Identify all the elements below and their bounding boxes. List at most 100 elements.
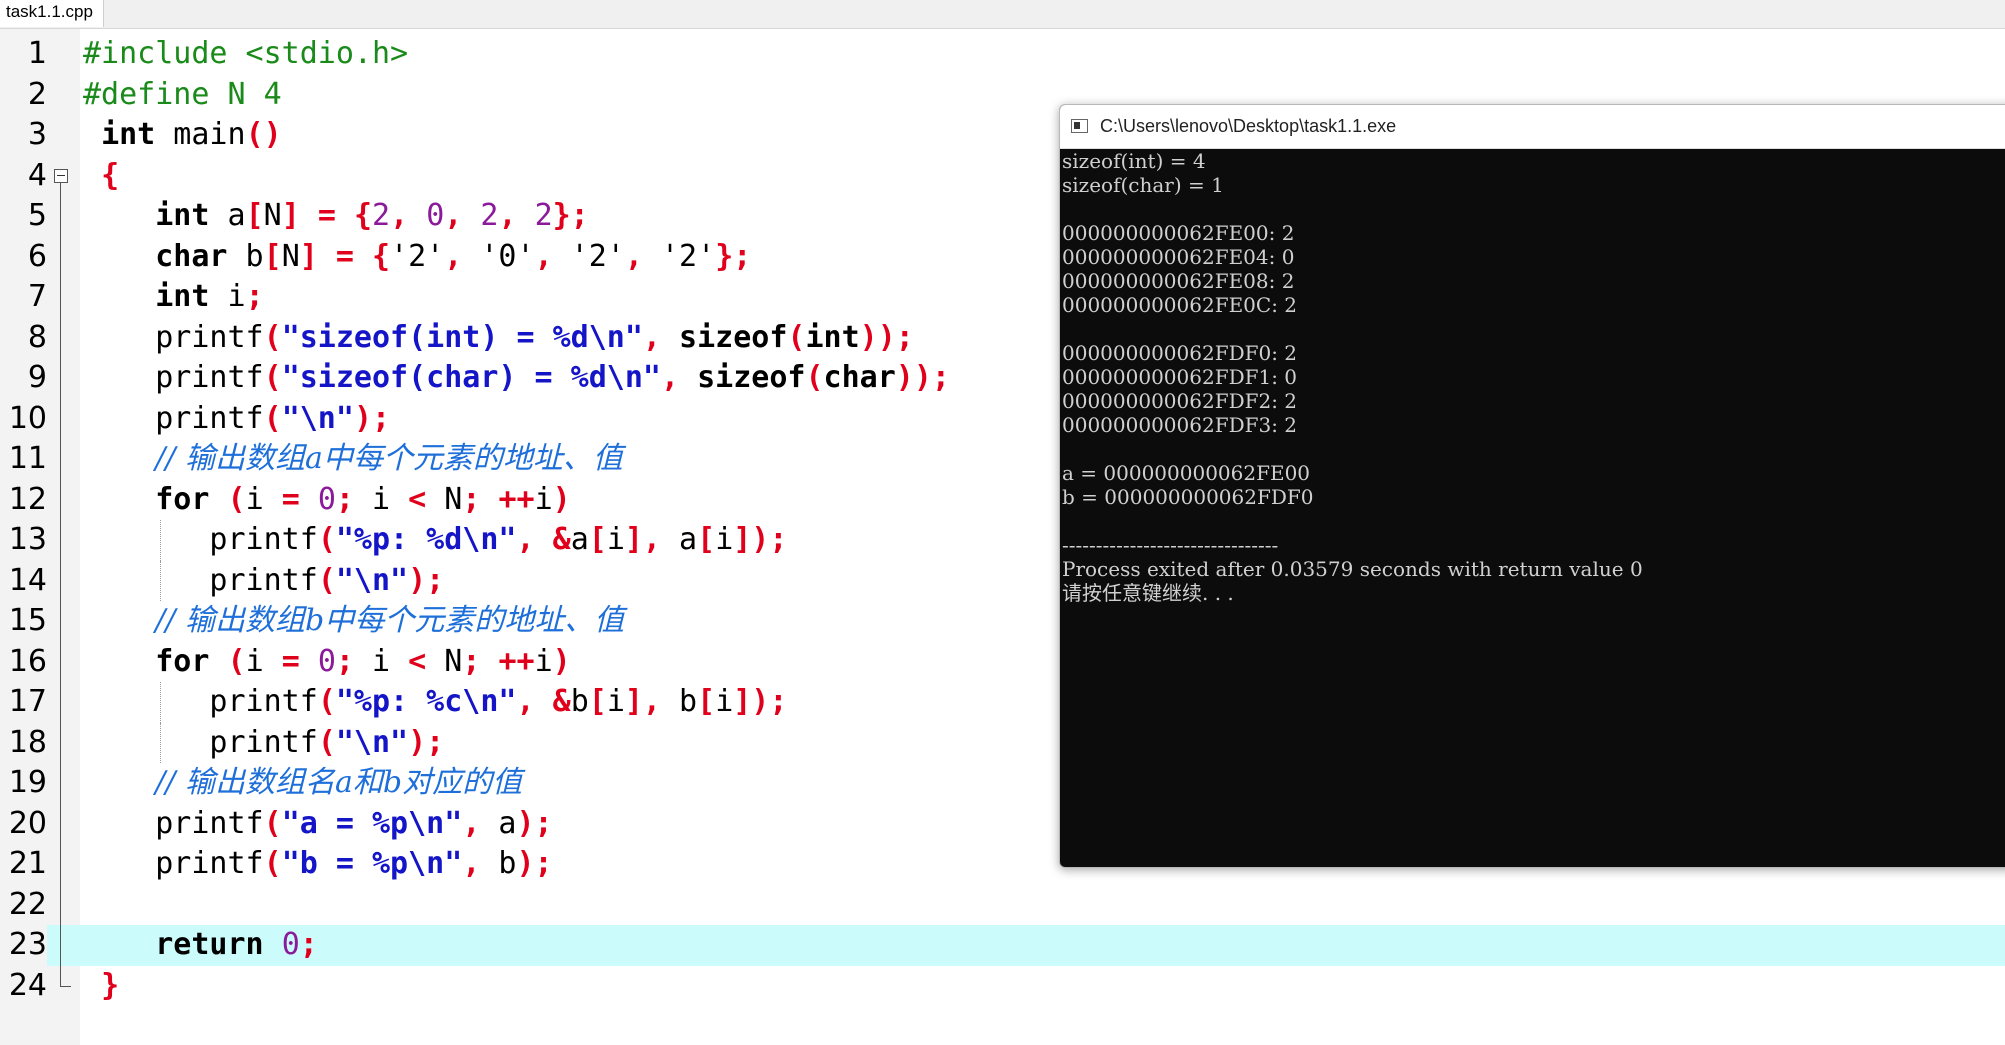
line-number: 12 — [8, 481, 47, 517]
code-token: ); — [408, 562, 445, 598]
code-text: printf("b = %p\n", b); — [83, 844, 553, 885]
code-text: { — [83, 156, 119, 197]
code-token: #include <stdio.h> — [83, 36, 409, 71]
file-tab[interactable]: task1.1.cpp — [0, 0, 104, 27]
fold-guide — [60, 641, 61, 682]
code-token: = — [281, 643, 300, 679]
code-token: )); — [859, 319, 914, 355]
console-line: 000000000062FDF1: 0 — [1062, 365, 1298, 389]
code-token: , — [516, 522, 535, 557]
code-line[interactable]: 1 #include <stdio.h> — [0, 34, 2005, 75]
console-line: 000000000062FDF2: 2 — [1062, 389, 1298, 413]
code-token: b — [661, 684, 698, 719]
code-token: ++ — [498, 481, 535, 517]
console-output: sizeof(int) = 4 sizeof(char) = 1 000000000… — [1062, 149, 2002, 605]
code-token: [ — [697, 522, 716, 557]
console-window[interactable]: C:\Users\lenovo\Desktop\task1.1.exe size… — [1059, 104, 2005, 868]
code-token: = — [335, 238, 354, 274]
line-number: 15 — [8, 603, 47, 638]
current-line[interactable]: 23 return 0; — [0, 925, 2005, 966]
code-token: N — [263, 198, 282, 233]
code-token: N — [426, 481, 463, 517]
code-text: printf("%p: %d\n", &a[i], a[i]); — [83, 520, 787, 561]
code-token: '2' — [642, 238, 716, 274]
console-line: 000000000062FE0C: 2 — [1062, 293, 1298, 317]
line-number: 14 — [8, 562, 47, 598]
code-text: // 输出数组b中每个元素的地址、值 — [83, 601, 624, 642]
code-line[interactable]: 24 } — [0, 965, 2005, 1007]
line-number: 5 — [27, 198, 47, 233]
code-token: sizeof — [697, 360, 806, 395]
code-token: i — [606, 522, 625, 557]
code-token: < — [408, 481, 427, 517]
console-line: 000000000062FE08: 2 — [1062, 269, 1295, 293]
code-text: int a[N] = {2, 0, 2, 2}; — [83, 196, 589, 237]
code-token: , — [390, 198, 409, 233]
code-token: int — [805, 319, 860, 355]
code-token: "%p: %d\n" — [335, 522, 517, 557]
code-token: printf — [83, 319, 264, 355]
console-window-icon — [1071, 119, 1088, 133]
code-token: printf — [83, 400, 264, 436]
code-text: printf("a = %p\n", a); — [83, 804, 552, 845]
code-token: }; — [552, 198, 589, 233]
code-line[interactable]: 22 — [0, 884, 2005, 925]
code-token: , — [642, 319, 661, 355]
code-token: int — [155, 198, 210, 233]
code-token: } — [101, 967, 120, 1003]
code-token: printf — [83, 846, 264, 881]
code-text: for (i = 0; i < N; ++i) — [83, 642, 570, 683]
code-token: ], — [624, 684, 661, 719]
code-token: ]); — [733, 684, 788, 719]
fold-guide — [60, 722, 61, 763]
code-token: N — [281, 238, 300, 274]
code-token: printf — [83, 684, 318, 719]
code-token: ++ — [498, 643, 535, 679]
console-title-bar[interactable]: C:\Users\lenovo\Desktop\task1.1.exe — [1060, 105, 2005, 149]
code-token: i — [353, 643, 409, 679]
line-number: 19 — [8, 765, 47, 800]
code-token: ( — [787, 319, 806, 355]
code-token: i — [245, 481, 282, 517]
code-token: ( — [227, 643, 246, 679]
code-token: i — [606, 684, 625, 719]
line-number: 23 — [0, 925, 47, 966]
line-number: 8 — [27, 319, 47, 355]
line-number: 11 — [8, 441, 47, 476]
code-token: ]); — [733, 522, 788, 557]
console-line: a = 000000000062FE00 — [1062, 461, 1311, 485]
code-token: return — [155, 927, 264, 962]
console-line: sizeof(char) = 1 — [1062, 173, 1224, 197]
code-token: "sizeof(int) = %d\n" — [281, 319, 643, 355]
code-token: // 输出数组b中每个元素的地址、值 — [155, 603, 625, 638]
code-token: ); — [516, 846, 553, 881]
code-token: ); — [353, 400, 391, 436]
code-token: "sizeof(char) = %d\n" — [281, 360, 661, 395]
code-token: , — [444, 198, 463, 233]
code-token: #define N 4 — [83, 76, 282, 112]
code-token: ; — [335, 643, 354, 679]
code-token: "\n" — [335, 724, 409, 760]
fold-collapse-icon[interactable] — [54, 168, 68, 183]
console-line: sizeof(int) = 4 — [1062, 149, 1206, 173]
code-token: ( — [317, 724, 336, 760]
code-token: ( — [317, 522, 336, 557]
code-token: for — [155, 643, 210, 679]
code-token: printf — [83, 562, 318, 598]
code-token: , — [624, 238, 643, 274]
line-number: 22 — [8, 886, 47, 922]
